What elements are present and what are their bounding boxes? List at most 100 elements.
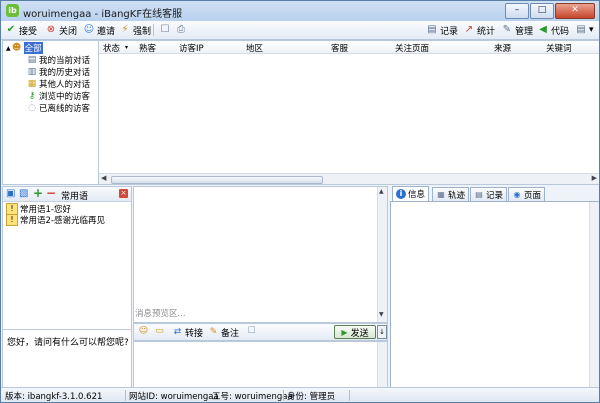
records-label: 记录: [440, 26, 459, 37]
comment-button[interactable]: ☐: [246, 326, 259, 337]
transfer-label: 转接: [185, 329, 204, 339]
info-vertical-scrollbar[interactable]: [589, 202, 599, 387]
manage-button[interactable]: ✎ 管理: [501, 22, 533, 38]
close-icon[interactable]: ×: [119, 189, 128, 198]
remove-icon[interactable]: −: [46, 186, 56, 200]
code-label: 代码: [551, 26, 570, 37]
tree-item-current-chats[interactable]: ▤ 我的当前对话: [27, 54, 90, 66]
force-icon: ⚡: [121, 24, 129, 35]
input-vertical-scrollbar[interactable]: [377, 342, 387, 387]
phrase-preview-text: 您好，请问有什么可以帮您呢?: [7, 338, 129, 348]
tree-item-offline-visitors[interactable]: ◌ 已离线的访客: [27, 102, 90, 114]
force-label: 强制: [133, 26, 152, 37]
main-toolbar: ✔ 接受 ⊗ 关闭 ☺ 邀请 ⚡ 强制 ☐ ⎙ ▤ 记录 ↗ 统计 ✎ 管理 ◀…: [1, 21, 599, 40]
tab-info[interactable]: i 信息: [392, 186, 430, 201]
main-window: ib woruimengaa - iBangKF在线客服 – □ ✕ ✔ 接受 …: [0, 0, 600, 403]
column-focus-page[interactable]: 关注页面: [395, 42, 429, 54]
tree-item-label: 已离线的访客: [39, 104, 91, 114]
tab-label: 页面: [524, 190, 542, 201]
window-title: woruimengaa - iBangKF在线客服: [23, 9, 183, 20]
scroll-left-icon[interactable]: ◀: [101, 174, 106, 182]
tree-item-all[interactable]: ▲ ☻ 全部: [6, 42, 43, 54]
speech-bubble-icon: ☐: [160, 24, 170, 35]
phrase-icon: !: [6, 214, 18, 226]
status-separator: [349, 390, 350, 401]
app-logo-icon: ib: [6, 4, 19, 17]
tree-item-history-chats[interactable]: ▥ 我的历史对话: [27, 66, 90, 78]
expand-icon[interactable]: ▲: [6, 45, 11, 52]
stats-label: 统计: [477, 26, 496, 37]
transfer-button[interactable]: ⇄ 转接: [172, 326, 203, 339]
message-preview-placeholder: 消息预览区...: [135, 309, 186, 319]
doc-icon: ▤: [27, 55, 37, 65]
check-icon: ✔: [6, 24, 16, 35]
phrase-toolbar: ▣ ▧ + − 常用语 ×: [3, 186, 131, 202]
column-regular[interactable]: 熟客: [139, 42, 156, 54]
status-job-no: 工号: woruimengaa: [212, 392, 293, 402]
stats-button[interactable]: ↗ 统计: [463, 22, 495, 38]
manage-label: 管理: [515, 26, 534, 37]
tab-track[interactable]: ▦ 轨迹: [432, 187, 470, 201]
tab-pages[interactable]: ◉ 页面: [508, 187, 546, 201]
edit-icon[interactable]: ▧: [19, 188, 28, 199]
visitor-info-panel: [390, 201, 599, 388]
folder-open-icon: ▭: [155, 326, 164, 336]
tree-item-label: 我的历史对话: [39, 68, 91, 78]
page-icon: ◉: [513, 189, 521, 199]
close-chat-label: 关闭: [59, 26, 78, 37]
column-keyword[interactable]: 关键词: [546, 42, 572, 54]
invite-button[interactable]: ☺ 邀请: [83, 22, 115, 38]
records-button[interactable]: ▤ 记录: [426, 22, 458, 38]
tab-label: 记录: [486, 190, 504, 201]
code-button[interactable]: ◀ 代码: [537, 22, 569, 38]
column-source[interactable]: 来源: [494, 42, 511, 54]
tab-records[interactable]: ▤ 记录: [470, 187, 508, 201]
record-icon: ▤: [427, 24, 437, 35]
wrench-icon: ✎: [502, 24, 512, 35]
close-window-button[interactable]: ✕: [555, 3, 595, 19]
column-status[interactable]: 状态: [103, 42, 120, 54]
grid-horizontal-scrollbar[interactable]: ◀ ▶: [99, 173, 599, 184]
scroll-down-icon[interactable]: ▼: [379, 311, 384, 318]
close-chat-button[interactable]: ⊗ 关闭: [45, 22, 77, 38]
tree-item-others-chats[interactable]: ▦ 其他人的对话: [27, 78, 90, 90]
column-visitor-ip[interactable]: 访客IP: [179, 42, 204, 54]
scroll-right-icon[interactable]: ▶: [592, 174, 597, 182]
sort-chevron-icon[interactable]: ▾: [125, 44, 128, 51]
tree-item-label: 全部: [23, 42, 43, 54]
print-button[interactable]: ⎙: [175, 22, 189, 38]
status-site-id: 网站ID: woruimengaa: [129, 392, 219, 402]
status-separator: [125, 390, 126, 401]
phrase-item[interactable]: ! 常用语2-感谢光临再见: [6, 214, 105, 226]
message-input[interactable]: [133, 341, 388, 388]
book-icon[interactable]: ▣: [6, 188, 15, 199]
phrase-preview[interactable]: 您好，请问有什么可以帮您呢?: [2, 329, 132, 388]
scroll-up-icon[interactable]: ▲: [379, 188, 384, 195]
chat-transcript[interactable]: ▲ ▼: [133, 186, 388, 323]
send-button[interactable]: ▶ 发送: [334, 325, 376, 339]
chat-vertical-scrollbar[interactable]: ▲ ▼: [377, 187, 387, 322]
invite-label: 邀请: [97, 26, 116, 37]
person-icon: ☻: [11, 43, 22, 53]
note-button[interactable]: ✎ 备注: [208, 326, 239, 339]
maximize-button[interactable]: □: [530, 3, 554, 19]
minimize-button[interactable]: –: [505, 3, 529, 19]
add-icon[interactable]: +: [33, 186, 43, 200]
column-agent[interactable]: 客服: [331, 42, 348, 54]
more-menu-button[interactable]: ▤ ▾: [575, 22, 593, 38]
folder-icon: ▦: [27, 79, 37, 89]
message-button[interactable]: ☐: [159, 22, 173, 38]
tree-item-browsing-visitors[interactable]: ⚷ 浏览中的访客: [27, 90, 90, 102]
emoticon-button[interactable]: ☺: [138, 326, 151, 337]
force-button[interactable]: ⚡ 强制: [119, 22, 151, 38]
send-options-button[interactable]: ↓: [377, 325, 387, 339]
title-bar[interactable]: ib woruimengaa - iBangKF在线客服 – □ ✕: [1, 1, 599, 21]
send-file-button[interactable]: ▭: [154, 326, 167, 337]
emoticon-icon: ☺: [138, 326, 149, 336]
accept-button[interactable]: ✔ 接受: [5, 22, 37, 38]
send-label: 发送: [350, 328, 369, 339]
transfer-icon: ⇄: [173, 327, 182, 337]
column-region[interactable]: 地区: [246, 42, 263, 54]
phrase-item-label: 常用语2-感谢光临再见: [20, 216, 105, 226]
scrollbar-thumb[interactable]: [111, 176, 323, 184]
